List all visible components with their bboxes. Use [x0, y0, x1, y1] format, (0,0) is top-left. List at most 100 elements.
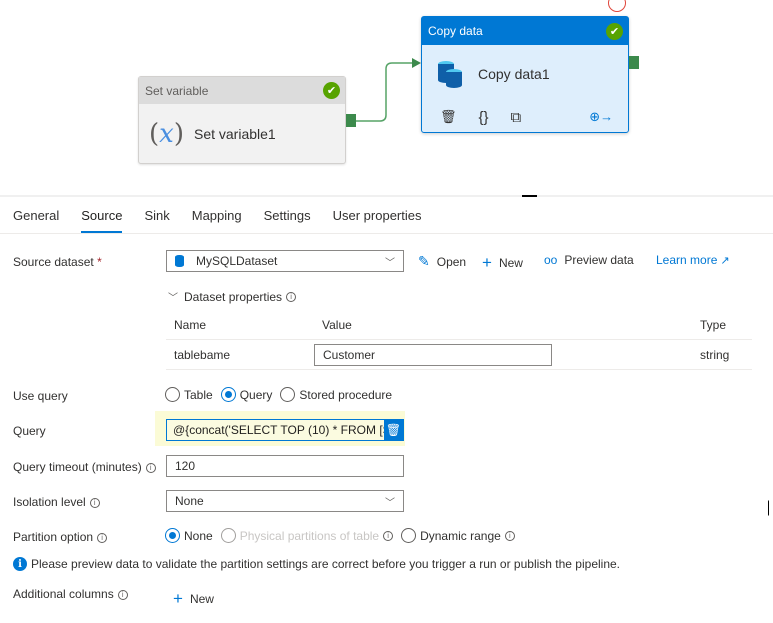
radio-circle	[165, 387, 180, 402]
clone-icon[interactable]: ⧉	[511, 109, 522, 126]
chevron-down-icon: ﹀	[385, 258, 395, 269]
tab-sink[interactable]: Sink	[144, 202, 169, 233]
mouse-cursor-icon	[768, 500, 773, 516]
chevron-down-icon: ﹀	[168, 293, 178, 304]
radio-label: Dynamic range	[420, 528, 501, 543]
query-timeout-input[interactable]: 120	[166, 455, 404, 477]
radio-physical-partitions[interactable]: Physical partitions of table i	[220, 528, 394, 543]
panel-divider	[0, 195, 773, 197]
info-icon: i	[504, 530, 515, 541]
required-mark: *	[97, 255, 102, 269]
tab-general[interactable]: General	[13, 202, 59, 233]
code-icon[interactable]: {}	[479, 109, 489, 126]
info-icon: i	[145, 463, 156, 473]
new-label: New	[498, 256, 523, 270]
add-output-icon[interactable]: ⊕→	[589, 109, 613, 125]
delete-icon[interactable]: 🗑	[384, 420, 403, 440]
source-dataset-label: Source dataset *	[13, 255, 102, 269]
info-icon: i	[383, 530, 394, 541]
banner-text: Please preview data to validate the part…	[31, 557, 621, 571]
radio-query[interactable]: Query	[220, 387, 273, 402]
radio-circle	[220, 528, 236, 543]
plus-icon: +	[482, 253, 492, 272]
radio-dynamic-range[interactable]: Dynamic range i	[401, 528, 515, 543]
property-name: tablebame	[174, 347, 231, 362]
info-icon: i	[286, 291, 297, 302]
info-icon: i	[117, 590, 128, 600]
success-check-icon: ✔	[323, 82, 340, 99]
radio-label: Table	[184, 387, 213, 402]
use-query-radio-group: Table Query Stored procedure	[165, 387, 400, 402]
dataset-properties-toggle[interactable]: ﹀ Dataset properties i	[168, 289, 297, 304]
partition-option-label: Partition option i	[13, 530, 108, 544]
plus-icon: +	[173, 589, 183, 608]
isolation-level-select[interactable]: None ﹀	[166, 490, 404, 512]
additional-columns-text: Additional columns	[13, 587, 114, 601]
tab-user-properties[interactable]: User properties	[333, 202, 422, 233]
info-icon: i	[97, 533, 108, 543]
info-icon: i	[89, 498, 100, 508]
radio-circle	[220, 387, 236, 402]
radio-label: Query	[239, 387, 273, 402]
mysql-dataset-icon	[175, 255, 184, 267]
radio-stored-procedure[interactable]: Stored procedure	[280, 387, 392, 402]
pipeline-canvas[interactable]: Set variable ✔ (x) Set variable1 Copy da…	[0, 0, 773, 196]
database-copy-icon	[438, 61, 462, 88]
radio-circle	[280, 387, 296, 402]
radio-circle	[401, 528, 417, 543]
isolation-level-text: Isolation level	[13, 495, 86, 509]
set-variable-activity[interactable]: Set variable ✔ (x) Set variable1	[138, 76, 346, 164]
partition-option-text: Partition option	[13, 530, 94, 544]
info-banner: i Please preview data to validate the pa…	[13, 557, 620, 571]
resize-handle[interactable]	[522, 195, 537, 197]
chevron-down-icon: ﹀	[385, 498, 395, 509]
use-query-label: Use query	[13, 389, 68, 403]
query-input[interactable]: @{concat('SELECT TOP (10) * FROM [Sale 🗑	[166, 419, 404, 441]
selected-dataset: MySQLDataset	[196, 254, 278, 268]
query-label: Query	[13, 424, 46, 438]
info-filled-icon: i	[13, 557, 27, 571]
source-dataset-select[interactable]: MySQLDataset ﹀	[166, 250, 404, 272]
success-output-port[interactable]	[346, 114, 356, 127]
delete-icon[interactable]: 🗑	[440, 109, 457, 125]
table-header: Name Value Type	[166, 310, 752, 340]
fx-variable-icon: (x)	[149, 119, 184, 149]
new-label: New	[189, 592, 214, 606]
column-header-type: Type	[700, 317, 727, 332]
activity-name: Copy data1	[478, 66, 550, 82]
open-dataset-button[interactable]: ✎ Open	[418, 253, 466, 270]
copy-data-activity[interactable]: Copy data ✔ Copy data1 🗑 {} ⧉ ⊕→	[421, 16, 629, 133]
activity-name: Set variable1	[193, 126, 276, 142]
dependency-connector	[356, 58, 421, 122]
radio-table[interactable]: Table	[165, 387, 213, 402]
isolation-level-label: Isolation level i	[13, 495, 100, 509]
column-header-value: Value	[322, 317, 352, 332]
dataset-properties-label: Dataset properties	[184, 289, 283, 304]
activity-type-label: Set variable	[145, 83, 209, 98]
radio-circle	[165, 528, 180, 543]
learn-more-link[interactable]: Learn more ↗	[656, 253, 730, 267]
query-timeout-text: Query timeout (minutes)	[13, 460, 142, 474]
tab-settings[interactable]: Settings	[264, 202, 311, 233]
preview-data-button[interactable]: oo Preview data	[544, 253, 634, 267]
learn-more-label: Learn more	[656, 253, 718, 267]
source-dataset-label-text: Source dataset	[13, 255, 94, 269]
tab-mapping[interactable]: Mapping	[192, 202, 242, 233]
property-value-input[interactable]: Customer	[314, 343, 552, 366]
properties-tabs: General Source Sink Mapping Settings Use…	[0, 202, 773, 234]
add-column-button[interactable]: + New	[173, 589, 214, 609]
dataset-properties-table: Name Value Type tablebame Customer strin…	[166, 310, 752, 370]
activity-type-label: Copy data	[428, 24, 483, 38]
radio-partition-none[interactable]: None	[165, 528, 213, 543]
success-output-port[interactable]	[629, 56, 639, 69]
success-check-icon: ✔	[606, 22, 623, 40]
radio-label: Physical partitions of table	[239, 528, 380, 543]
preview-label: Preview data	[564, 253, 634, 267]
pencil-icon: ✎	[418, 253, 430, 269]
radio-label: Stored procedure	[299, 387, 393, 402]
column-header-name: Name	[174, 317, 207, 332]
external-link-icon: ↗	[720, 254, 730, 267]
property-value-cell: Customer	[314, 343, 694, 366]
tab-source[interactable]: Source	[81, 202, 123, 233]
new-dataset-button[interactable]: + New	[482, 253, 523, 273]
